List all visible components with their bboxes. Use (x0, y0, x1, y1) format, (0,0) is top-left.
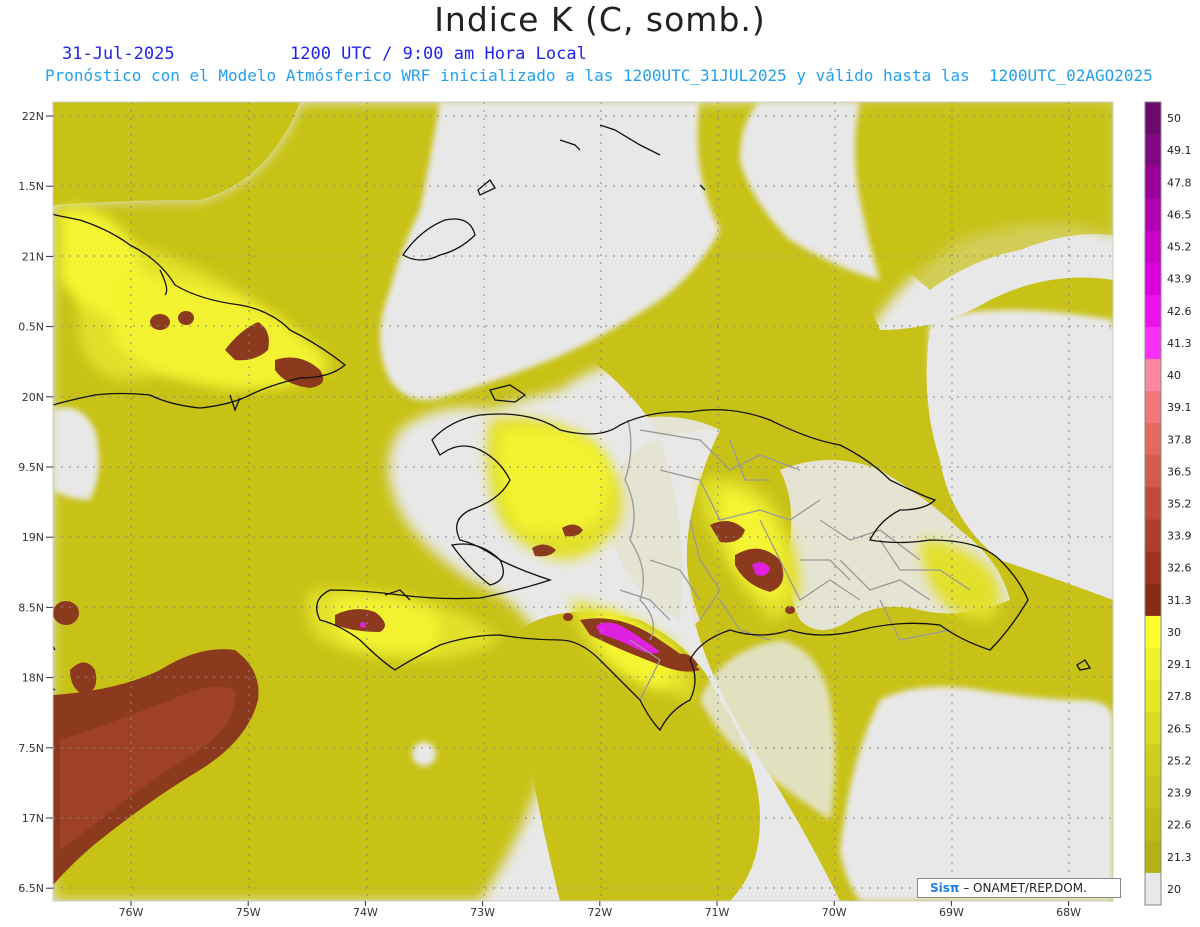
colorbar-swatch (1145, 455, 1161, 488)
map-field (53, 102, 1113, 901)
colorbar-label: 29.1 (1167, 658, 1192, 671)
colorbar-swatch (1145, 134, 1161, 167)
lon-tick-label: 76W (119, 906, 144, 919)
colorbar-swatch (1145, 776, 1161, 810)
colorbar-label: 46.5 (1167, 208, 1192, 221)
colorbar-swatch (1145, 808, 1161, 842)
colorbar-swatch (1145, 198, 1161, 231)
lat-tick-label: 17N (22, 812, 44, 825)
lon-tick-label: 72W (587, 906, 612, 919)
latitude-axis: 22N 1.5N 21N 0.5N 20N 9.5N 19N 8.5N 18N 7.5N 17N 6.… (18, 110, 53, 895)
colorbar-label: 27.8 (1167, 690, 1192, 703)
colorbar-swatch (1145, 680, 1161, 713)
colorbar-swatch (1145, 712, 1161, 745)
longitude-axis: 76W 75W 74W 73W 72W 71W 70W 69W 68W (119, 901, 1081, 919)
colorbar-swatch (1145, 744, 1161, 778)
colorbar-label: 41.3 (1167, 337, 1192, 350)
colorbar-label: 26.5 (1167, 722, 1192, 735)
colorbar-label: 33.9 (1167, 530, 1192, 543)
sispi-logo: Sisπ (930, 881, 960, 895)
colorbar-label: 50 (1167, 112, 1181, 125)
lat-tick-label: 20N (22, 391, 44, 404)
colorbar-swatch (1145, 615, 1161, 649)
colorbar-swatch (1145, 583, 1161, 617)
colorbar-swatch (1145, 551, 1161, 585)
colorbar-swatch (1145, 262, 1161, 296)
colorbar-swatch (1145, 519, 1161, 553)
colorbar-label: 31.3 (1167, 594, 1192, 607)
colorbar-label: 45.2 (1167, 241, 1192, 254)
colorbar-label: 42.6 (1167, 305, 1192, 318)
colorbar-label: 30 (1167, 626, 1181, 639)
colorbar-label: 25.2 (1167, 754, 1192, 767)
colorbar-swatch (1145, 391, 1161, 424)
colorbar-label: 20 (1167, 883, 1181, 896)
lat-tick-label: 18N (22, 672, 44, 685)
colorbar-swatch (1145, 840, 1161, 874)
lon-tick-label: 68W (1056, 906, 1081, 919)
colorbar-swatch (1145, 294, 1161, 328)
colorbar-swatch (1145, 648, 1161, 681)
lat-tick-label: 1.5N (18, 180, 44, 193)
colorbar-swatch (1145, 423, 1161, 456)
lat-tick-label: 6.5N (18, 882, 44, 895)
colorbar-label: 35.2 (1167, 498, 1192, 511)
colorbar-swatch (1145, 487, 1161, 521)
lon-tick-label: 75W (236, 906, 261, 919)
colorbar-label: 22.6 (1167, 819, 1192, 832)
weather-map: 22N 1.5N 21N 0.5N 20N 9.5N 19N 8.5N 18N 7.5N 17N 6.… (18, 101, 1192, 919)
lat-tick-label: 19N (22, 531, 44, 544)
lat-tick-label: 8.5N (18, 601, 44, 614)
colorbar-swatch (1145, 230, 1161, 264)
colorbar-swatch (1145, 102, 1161, 135)
lat-tick-label: 0.5N (18, 321, 44, 334)
lat-tick-label: 7.5N (18, 742, 44, 755)
lat-tick-label: 21N (22, 250, 44, 263)
lat-tick-label: 22N (22, 110, 44, 123)
colorbar: 50 49.1 47.8 46.5 45.2 43.9 42.6 41.3 40 39.1 37.8… (1144, 101, 1192, 906)
colorbar-label: 36.5 (1167, 465, 1192, 478)
colorbar-label: 39.1 (1167, 401, 1192, 414)
colorbar-label: 32.6 (1167, 562, 1192, 575)
lon-tick-label: 74W (353, 906, 378, 919)
credit-org: – ONAMET/REP.DOM. (959, 881, 1087, 895)
credit-box: Sisπ – ONAMET/REP.DOM. (917, 878, 1121, 898)
lat-tick-label: 9.5N (18, 461, 44, 474)
colorbar-label: 23.9 (1167, 787, 1192, 800)
colorbar-label: 43.9 (1167, 273, 1192, 286)
colorbar-swatch (1145, 166, 1161, 199)
colorbar-swatch (1145, 358, 1161, 392)
lon-tick-label: 71W (705, 906, 730, 919)
colorbar-label: 47.8 (1167, 176, 1192, 189)
colorbar-label: 40 (1167, 369, 1181, 382)
colorbar-swatch (1145, 326, 1161, 360)
colorbar-label: 37.8 (1167, 433, 1192, 446)
lon-tick-label: 73W (470, 906, 495, 919)
colorbar-label: 21.3 (1167, 851, 1192, 864)
lon-tick-label: 69W (939, 906, 964, 919)
lon-tick-label: 70W (822, 906, 847, 919)
colorbar-label: 49.1 (1167, 144, 1192, 157)
colorbar-swatch (1145, 872, 1161, 906)
